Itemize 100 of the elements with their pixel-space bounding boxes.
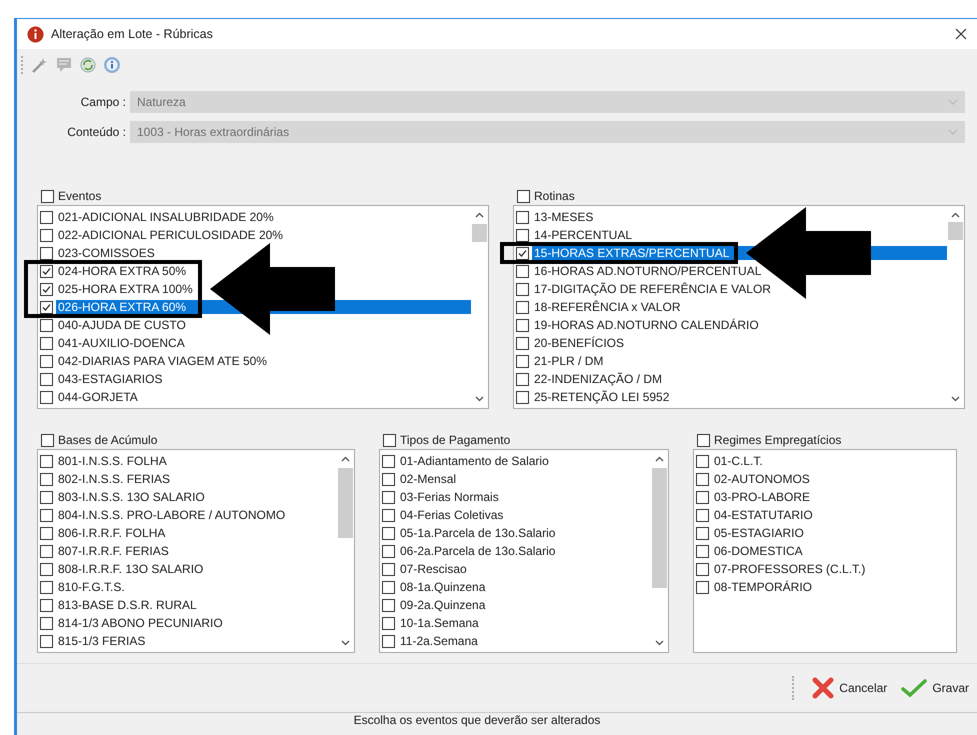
checkbox[interactable] bbox=[40, 372, 53, 386]
checkbox[interactable] bbox=[40, 264, 53, 278]
help-icon[interactable] bbox=[103, 56, 121, 74]
scrollbar-thumb[interactable] bbox=[652, 468, 667, 588]
list-item[interactable]: 01-C.L.T. bbox=[712, 454, 956, 468]
checkbox[interactable] bbox=[40, 336, 53, 350]
list-item[interactable]: 21-PLR / DM bbox=[532, 354, 947, 368]
list-item[interactable]: 08-TEMPORÁRIO bbox=[712, 580, 956, 594]
checkbox[interactable] bbox=[516, 354, 529, 368]
list-item[interactable]: 813-BASE D.S.R. RURAL bbox=[56, 598, 337, 612]
checkbox[interactable] bbox=[516, 318, 529, 332]
checkbox[interactable] bbox=[40, 318, 53, 332]
list-item[interactable]: 804-I.N.S.S. PRO-LABORE / AUTONOMO bbox=[56, 508, 337, 522]
list-item[interactable]: 09-2a.Quinzena bbox=[398, 598, 651, 612]
chevron-up-icon[interactable] bbox=[951, 212, 960, 218]
checkbox[interactable] bbox=[382, 634, 395, 648]
list-item[interactable]: 04-ESTATUTARIO bbox=[712, 508, 956, 522]
checkbox[interactable] bbox=[382, 508, 395, 522]
list-item[interactable]: 25-RETENÇÃO LEI 5952 bbox=[532, 390, 947, 404]
checkbox[interactable] bbox=[40, 508, 53, 522]
list-item[interactable]: 814-1/3 ABONO PECUNIARIO bbox=[56, 616, 337, 630]
checkbox[interactable] bbox=[40, 354, 53, 368]
list-item[interactable]: 022-ADICIONAL PERICULOSIDADE 20% bbox=[56, 228, 471, 242]
checkbox[interactable] bbox=[382, 472, 395, 486]
list-item[interactable]: 810-F.G.T.S. bbox=[56, 580, 337, 594]
chevron-down-icon[interactable] bbox=[951, 396, 960, 402]
checkbox[interactable] bbox=[516, 264, 529, 278]
checkbox[interactable] bbox=[40, 300, 53, 314]
checkbox[interactable] bbox=[40, 390, 53, 404]
chevron-down-icon[interactable] bbox=[475, 396, 484, 402]
list-item[interactable]: 20-BENEFÍCIOS bbox=[532, 336, 947, 350]
checkbox[interactable] bbox=[41, 190, 54, 202]
checkbox[interactable] bbox=[40, 228, 53, 242]
checkbox[interactable] bbox=[383, 434, 396, 446]
list-item[interactable]: 807-I.R.R.F. FERIAS bbox=[56, 544, 337, 558]
checkbox[interactable] bbox=[40, 634, 53, 648]
scrollbar-thumb[interactable] bbox=[338, 468, 353, 538]
checkbox[interactable] bbox=[696, 508, 709, 522]
checkbox[interactable] bbox=[516, 300, 529, 314]
list-item[interactable]: 07-PROFESSORES (C.L.T.) bbox=[712, 562, 956, 576]
chevron-up-icon[interactable] bbox=[655, 456, 664, 462]
chevron-up-icon[interactable] bbox=[341, 456, 350, 462]
list-item[interactable]: 02-AUTONOMOS bbox=[712, 472, 956, 486]
checkbox[interactable] bbox=[696, 490, 709, 504]
checkbox[interactable] bbox=[40, 210, 53, 224]
list-item[interactable]: 10-1a.Semana bbox=[398, 616, 651, 630]
checkbox[interactable] bbox=[41, 434, 54, 446]
checkbox[interactable] bbox=[516, 246, 529, 260]
list-item[interactable]: 044-GORJETA bbox=[56, 390, 471, 404]
list-item[interactable]: 18-REFERÊNCIA x VALOR bbox=[532, 300, 947, 314]
checkbox[interactable] bbox=[697, 434, 710, 446]
checkbox[interactable] bbox=[696, 526, 709, 540]
list-item[interactable]: 043-ESTAGIARIOS bbox=[56, 372, 471, 386]
checkbox[interactable] bbox=[382, 526, 395, 540]
list-item[interactable]: 026-HORA EXTRA 60% bbox=[56, 300, 188, 314]
list-item[interactable]: 021-ADICIONAL INSALUBRIDADE 20% bbox=[56, 210, 471, 224]
checkbox[interactable] bbox=[516, 336, 529, 350]
list-item[interactable]: 806-I.R.R.F. FOLHA bbox=[56, 526, 337, 540]
list-item[interactable]: 19-HORAS AD.NOTURNO CALENDÁRIO bbox=[532, 318, 947, 332]
checkbox[interactable] bbox=[696, 562, 709, 576]
checkbox[interactable] bbox=[516, 372, 529, 386]
checkbox[interactable] bbox=[696, 454, 709, 468]
cancel-button[interactable]: Cancelar bbox=[808, 674, 892, 702]
list-item[interactable]: 16-HORAS AD.NOTURNO/PERCENTUAL bbox=[532, 264, 947, 278]
list-item[interactable]: 11-2a.Semana bbox=[398, 634, 651, 648]
list-item[interactable]: 803-I.N.S.S. 13O SALARIO bbox=[56, 490, 337, 504]
checkbox[interactable] bbox=[382, 544, 395, 558]
list-item[interactable]: 02-Mensal bbox=[398, 472, 651, 486]
refresh-icon[interactable] bbox=[79, 56, 97, 74]
list-item[interactable]: 024-HORA EXTRA 50% bbox=[56, 264, 471, 278]
checkbox[interactable] bbox=[40, 454, 53, 468]
scrollbar-thumb[interactable] bbox=[472, 224, 487, 242]
list-item[interactable]: 08-1a.Quinzena bbox=[398, 580, 651, 594]
checkbox[interactable] bbox=[382, 598, 395, 612]
list-item[interactable]: 025-HORA EXTRA 100% bbox=[56, 282, 471, 296]
chevron-down-icon[interactable] bbox=[341, 640, 350, 646]
checkbox[interactable] bbox=[40, 526, 53, 540]
checkbox[interactable] bbox=[40, 246, 53, 260]
checkbox[interactable] bbox=[40, 562, 53, 576]
checkbox[interactable] bbox=[516, 228, 529, 242]
checkbox[interactable] bbox=[516, 282, 529, 296]
list-item[interactable]: 808-I.R.R.F. 13O SALARIO bbox=[56, 562, 337, 576]
checkbox[interactable] bbox=[696, 580, 709, 594]
list-item[interactable]: 802-I.N.S.S. FERIAS bbox=[56, 472, 337, 486]
list-item[interactable]: 05-ESTAGIARIO bbox=[712, 526, 956, 540]
checkbox[interactable] bbox=[382, 616, 395, 630]
list-item[interactable]: 040-AJUDA DE CUSTO bbox=[56, 318, 471, 332]
checkbox[interactable] bbox=[40, 580, 53, 594]
checkbox[interactable] bbox=[382, 490, 395, 504]
checkbox[interactable] bbox=[40, 616, 53, 630]
list-item[interactable]: 042-DIARIAS PARA VIAGEM ATE 50% bbox=[56, 354, 471, 368]
list-item[interactable]: 15-HORAS EXTRAS/PERCENTUAL bbox=[532, 246, 732, 260]
list-item[interactable]: 22-INDENIZAÇÃO / DM bbox=[532, 372, 947, 386]
list-item[interactable]: 06-2a.Parcela de 13o.Salario bbox=[398, 544, 651, 558]
list-item[interactable]: 06-DOMESTICA bbox=[712, 544, 956, 558]
list-item[interactable]: 03-Ferias Normais bbox=[398, 490, 651, 504]
list-item[interactable]: 17-DIGITAÇÃO DE REFERÊNCIA E VALOR bbox=[532, 282, 947, 296]
checkbox[interactable] bbox=[516, 390, 529, 404]
checkbox[interactable] bbox=[696, 472, 709, 486]
checkbox[interactable] bbox=[40, 490, 53, 504]
